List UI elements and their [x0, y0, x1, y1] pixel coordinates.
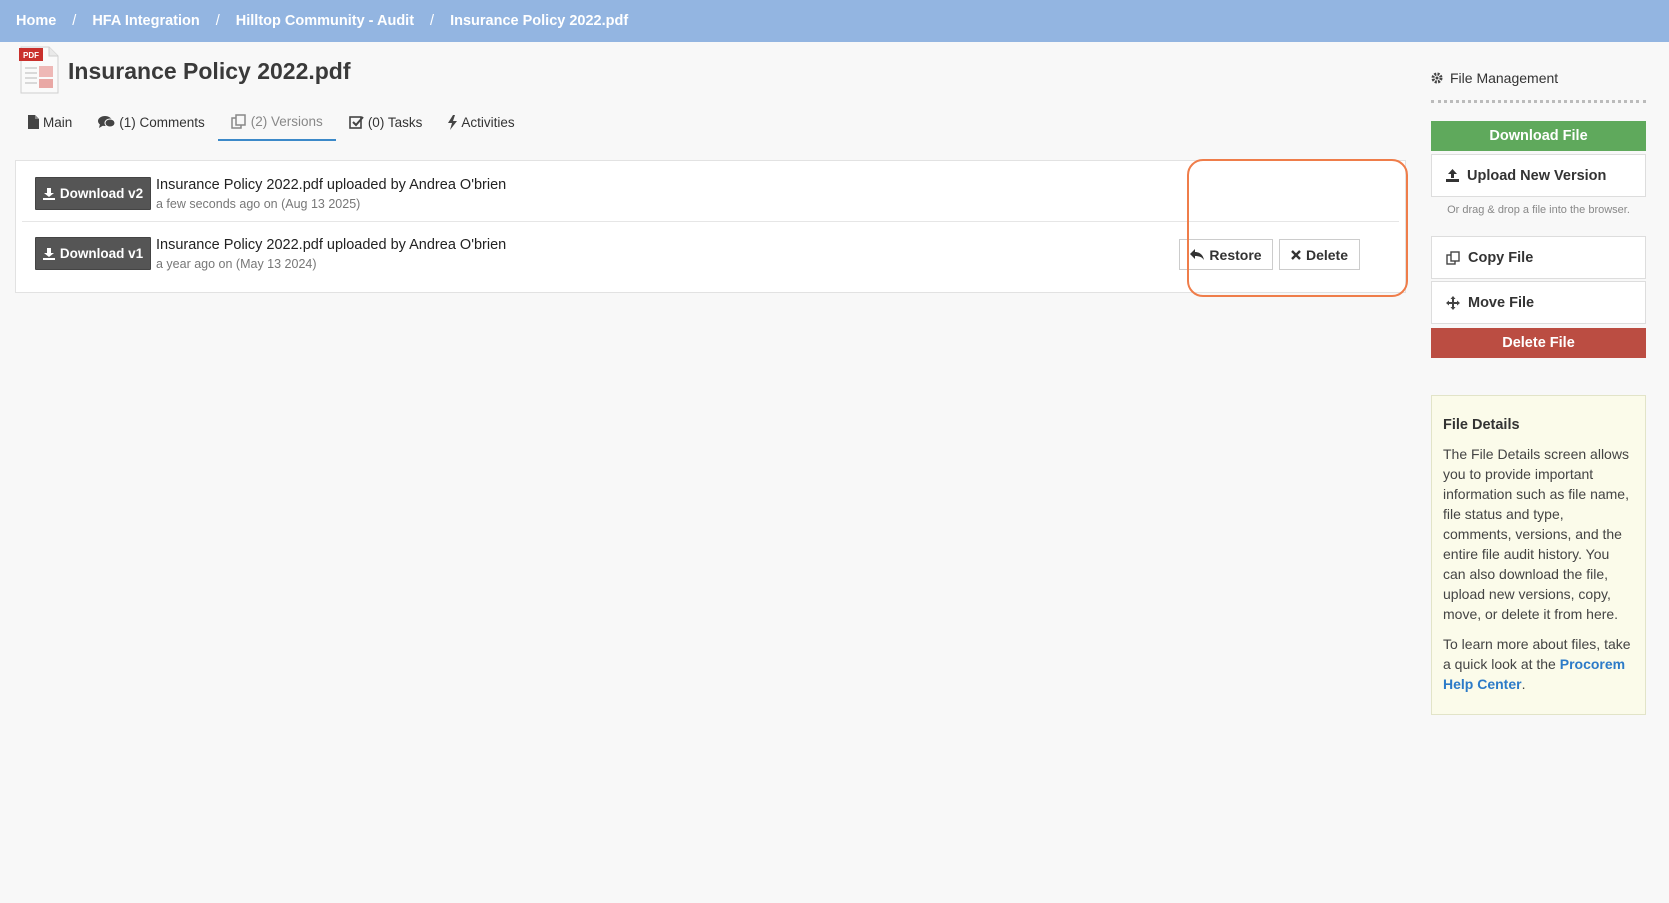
download-v2-label: Download v2	[59, 186, 144, 201]
restore-button[interactable]: Restore	[1179, 239, 1273, 270]
restore-label: Restore	[1209, 246, 1262, 263]
upload-icon	[1446, 169, 1459, 182]
bolt-icon	[448, 114, 458, 130]
delete-file-button[interactable]: Delete File	[1431, 328, 1646, 358]
tab-main-label: Main	[43, 114, 73, 130]
breadcrumb-hilltop-community-audit[interactable]: Hilltop Community - Audit	[236, 13, 414, 29]
tab-tasks[interactable]: (0) Tasks	[336, 103, 436, 141]
copy-icon	[1446, 250, 1460, 265]
copy-file-button[interactable]: Copy File	[1431, 236, 1646, 279]
learn-more-suffix: .	[1521, 676, 1526, 692]
tab-main[interactable]: Main	[14, 103, 85, 141]
upload-new-version-label: Upload New Version	[1467, 167, 1607, 184]
download-v1-button[interactable]: Download v1	[35, 237, 151, 270]
breadcrumb: Home / HFA Integration / Hilltop Communi…	[0, 0, 1669, 42]
gear-icon	[1431, 72, 1443, 84]
tab-activities[interactable]: Activities	[435, 103, 527, 141]
drag-drop-hint: Or drag & drop a file into the browser.	[1447, 204, 1630, 216]
file-details-title: File Details	[1443, 417, 1520, 433]
file-icon	[28, 115, 39, 129]
copy-file-label: Copy File	[1468, 249, 1534, 266]
version-row: Download v2 Insurance Policy 2022.pdf up…	[22, 161, 1399, 222]
delete-version-label: Delete	[1305, 246, 1349, 263]
version-timestamp: a year ago on (May 13 2024)	[156, 257, 317, 271]
tab-comments-label: (1) Comments	[119, 114, 205, 130]
divider	[1431, 100, 1646, 103]
file-details-body: The File Details screen allows you to pr…	[1443, 446, 1629, 622]
breadcrumb-hfa-integration[interactable]: HFA Integration	[92, 13, 199, 29]
tab-versions[interactable]: (2) Versions	[217, 103, 336, 141]
versions-icon	[231, 113, 246, 129]
move-file-button[interactable]: Move File	[1431, 281, 1646, 324]
file-management-heading: File Management	[1431, 70, 1558, 86]
svg-text:PDF: PDF	[23, 51, 39, 60]
move-file-label: Move File	[1468, 294, 1535, 311]
tab-versions-label: (2) Versions	[250, 113, 323, 129]
download-v2-button[interactable]: Download v2	[35, 177, 151, 210]
close-icon	[1291, 249, 1301, 260]
tab-comments[interactable]: (1) Comments	[85, 103, 218, 141]
download-v1-label: Download v1	[59, 246, 144, 261]
download-file-button[interactable]: Download File	[1431, 121, 1646, 151]
file-management-label: File Management	[1450, 70, 1559, 86]
tab-activities-label: Activities	[461, 114, 515, 130]
download-icon	[42, 187, 55, 200]
checkbox-icon	[349, 116, 364, 129]
versions-list: Download v2 Insurance Policy 2022.pdf up…	[15, 160, 1406, 293]
pdf-file-icon: PDF	[19, 46, 59, 94]
comments-icon	[98, 116, 116, 128]
file-details-learn-more: To learn more about files, take a quick …	[1443, 634, 1634, 694]
breadcrumb-home[interactable]: Home	[16, 13, 56, 29]
breadcrumb-separator: /	[215, 13, 220, 29]
upload-new-version-button[interactable]: Upload New Version	[1431, 154, 1646, 197]
breadcrumb-separator: /	[72, 13, 77, 29]
version-timestamp: a few seconds ago on (Aug 13 2025)	[156, 197, 361, 211]
tab-tasks-label: (0) Tasks	[367, 114, 423, 130]
file-details-info: File Details The File Details screen all…	[1431, 395, 1646, 715]
page-title: Insurance Policy 2022.pdf	[68, 58, 351, 84]
breadcrumb-current-file[interactable]: Insurance Policy 2022.pdf	[450, 13, 628, 29]
download-icon	[42, 247, 55, 260]
version-title: Insurance Policy 2022.pdf uploaded by An…	[156, 177, 507, 193]
move-icon	[1446, 295, 1460, 310]
breadcrumb-separator: /	[430, 13, 435, 29]
tab-bar: Main (1) Comments (2) Versions (0) Tasks…	[14, 103, 528, 141]
reply-icon	[1190, 249, 1205, 260]
delete-version-button[interactable]: Delete	[1279, 239, 1360, 270]
version-row: Download v1 Insurance Policy 2022.pdf up…	[22, 223, 1399, 284]
version-title: Insurance Policy 2022.pdf uploaded by An…	[156, 237, 507, 253]
